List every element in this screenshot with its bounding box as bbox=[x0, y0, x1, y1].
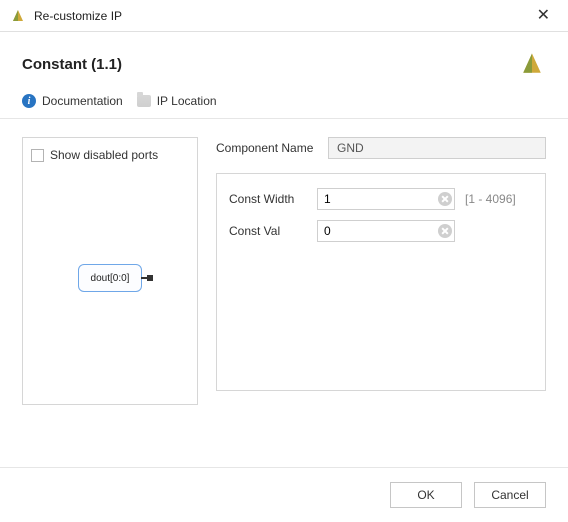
app-logo-icon bbox=[518, 50, 546, 78]
const-width-input-wrap bbox=[317, 188, 455, 210]
ok-button[interactable]: OK bbox=[390, 482, 462, 508]
main: Show disabled ports dout[0:0] Component … bbox=[0, 119, 568, 405]
info-icon: i bbox=[22, 94, 36, 108]
component-name-label: Component Name bbox=[216, 141, 320, 155]
const-val-row: Const Val bbox=[229, 220, 533, 242]
titlebar-left: Re-customize IP bbox=[10, 8, 122, 24]
footer: OK Cancel bbox=[390, 482, 546, 508]
page-title: Constant (1.1) bbox=[22, 56, 122, 73]
clear-icon[interactable] bbox=[438, 192, 452, 206]
show-disabled-ports-row[interactable]: Show disabled ports bbox=[31, 148, 189, 162]
const-width-label: Const Width bbox=[229, 192, 307, 206]
folder-icon bbox=[137, 95, 151, 107]
ip-location-link[interactable]: IP Location bbox=[137, 94, 217, 108]
port-label: dout[0:0] bbox=[91, 273, 130, 284]
const-val-input[interactable] bbox=[317, 220, 455, 242]
cancel-button[interactable]: Cancel bbox=[474, 482, 546, 508]
show-disabled-ports-checkbox[interactable] bbox=[31, 149, 44, 162]
const-val-label: Const Val bbox=[229, 224, 307, 238]
header: Constant (1.1) bbox=[0, 32, 568, 88]
const-width-row: Const Width [1 - 4096] bbox=[229, 188, 533, 210]
properties-panel: Component Name Const Width [1 - 4096] Co… bbox=[216, 137, 546, 405]
block-diagram: dout[0:0] bbox=[31, 162, 189, 394]
component-name-input[interactable] bbox=[328, 137, 546, 159]
ip-location-label: IP Location bbox=[157, 94, 217, 108]
ip-block[interactable]: dout[0:0] bbox=[78, 264, 142, 292]
const-val-input-wrap bbox=[317, 220, 455, 242]
clear-icon[interactable] bbox=[438, 224, 452, 238]
window-title: Re-customize IP bbox=[34, 9, 122, 23]
close-icon[interactable]: ✕ bbox=[533, 4, 554, 28]
toolbar: i Documentation IP Location bbox=[0, 88, 568, 119]
footer-separator bbox=[0, 467, 568, 468]
component-name-row: Component Name bbox=[216, 137, 546, 159]
show-disabled-ports-label: Show disabled ports bbox=[50, 148, 158, 162]
properties-box: Const Width [1 - 4096] Const Val bbox=[216, 173, 546, 391]
documentation-label: Documentation bbox=[42, 94, 123, 108]
const-width-range: [1 - 4096] bbox=[465, 192, 516, 206]
app-icon bbox=[10, 8, 26, 24]
ports-panel: Show disabled ports dout[0:0] bbox=[22, 137, 198, 405]
const-width-input[interactable] bbox=[317, 188, 455, 210]
titlebar: Re-customize IP ✕ bbox=[0, 0, 568, 32]
documentation-link[interactable]: i Documentation bbox=[22, 94, 123, 108]
output-pin-icon bbox=[141, 277, 150, 279]
